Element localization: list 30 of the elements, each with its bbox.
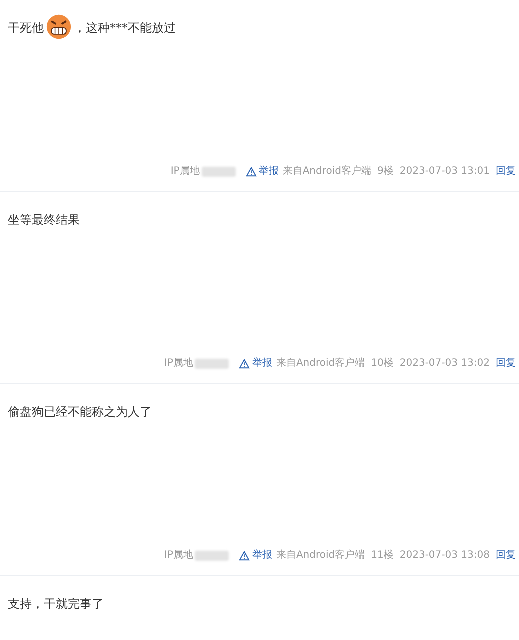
client-source: 来自Android客户端	[282, 164, 372, 179]
post-time: 2023-07-03 13:02	[400, 357, 490, 371]
redacted-blur	[195, 551, 230, 561]
ip-location-label: IP属地	[164, 548, 194, 563]
emoji-icon	[46, 14, 72, 40]
client-source: 来自Android客户端	[276, 356, 366, 371]
reply-link[interactable]: 回复	[496, 356, 516, 372]
report-link[interactable]: 举报	[246, 164, 279, 180]
client-source: 来自Android客户端	[276, 548, 366, 563]
redacted-blur	[202, 167, 236, 177]
ip-location-label: IP属地	[170, 164, 200, 179]
comment-text: 坐等最终结果	[8, 212, 80, 229]
report-link[interactable]: 举报	[239, 356, 272, 372]
floor-number: 9楼	[378, 164, 394, 179]
report-link[interactable]: 举报	[239, 548, 272, 564]
warning-icon	[246, 167, 257, 177]
warning-icon	[239, 359, 250, 369]
ip-location-label: IP属地	[164, 356, 194, 371]
comment-text: 干死他	[8, 20, 44, 37]
reply-link[interactable]: 回复	[496, 164, 516, 180]
floor-number: 11楼	[371, 548, 394, 563]
redacted-blur	[195, 359, 230, 369]
warning-icon	[239, 551, 250, 561]
comment-text: 偷盘狗已经不能称之为人了	[8, 404, 152, 421]
floor-number: 10楼	[371, 356, 394, 371]
comment-text: ，这种***不能放过	[74, 20, 176, 37]
post-time: 2023-07-03 13:01	[400, 165, 490, 179]
comment-text: 支持，干就完事了	[8, 596, 104, 613]
post-time: 2023-07-03 13:08	[400, 549, 490, 563]
reply-link[interactable]: 回复	[496, 548, 516, 564]
